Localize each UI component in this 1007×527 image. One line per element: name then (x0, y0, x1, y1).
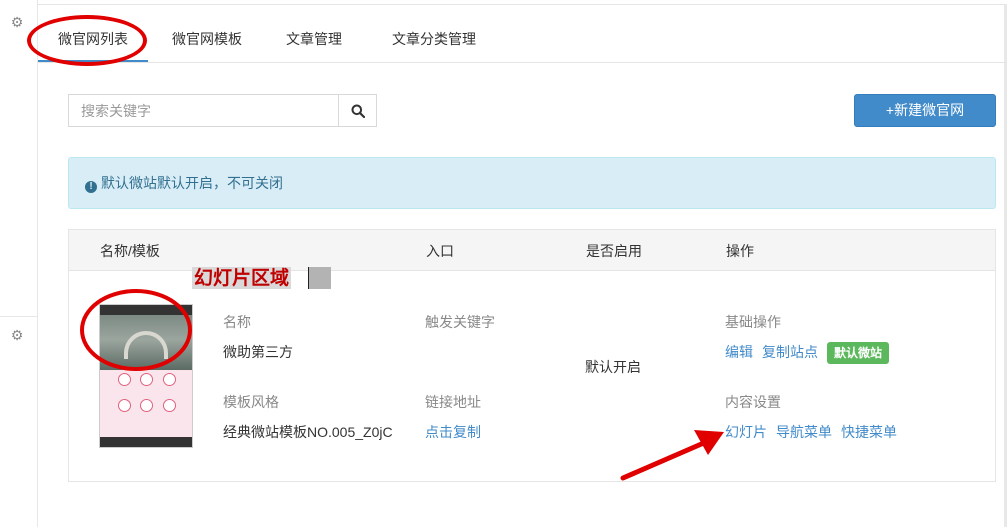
thumbnail-footer (100, 428, 192, 437)
thumbnail-nav-bar (100, 437, 192, 447)
tab-article-management[interactable]: 文章管理 (270, 18, 358, 62)
search-input[interactable] (69, 95, 339, 126)
enabled-status: 默认开启 (585, 359, 641, 375)
circle-icon (140, 399, 153, 412)
circle-icon (118, 399, 131, 412)
quick-menu-link[interactable]: 快捷菜单 (841, 423, 897, 441)
default-site-badge[interactable]: 默认微站 (827, 342, 890, 364)
search-box (68, 94, 377, 127)
copy-site-link[interactable]: 复制站点 (762, 343, 818, 361)
thumbnail-slide-photo (100, 315, 192, 370)
info-alert: ! 默认微站默认开启，不可关闭 (68, 157, 996, 209)
slide-area-annotation: 幻灯片区域 (192, 267, 292, 289)
top-divider (38, 4, 1007, 5)
new-site-button[interactable]: +新建微官网 (854, 94, 996, 127)
content-settings-label: 内容设置 (725, 394, 781, 410)
header-enabled: 是否启用 (586, 243, 642, 259)
gear-icon[interactable]: ⚙ (9, 327, 25, 343)
bridge-image (124, 331, 168, 359)
edit-link[interactable]: 编辑 (725, 343, 753, 361)
basic-ops-label: 基础操作 (725, 314, 781, 330)
header-actions: 操作 (726, 243, 754, 259)
template-style-label: 模板风格 (223, 394, 279, 410)
gear-icon[interactable]: ⚙ (9, 14, 25, 30)
circle-icon (163, 399, 176, 412)
alert-text: 默认微站默认开启，不可关闭 (101, 175, 283, 191)
text-cursor-highlight (308, 267, 331, 289)
search-button[interactable] (338, 95, 376, 126)
circle-icon (118, 373, 131, 386)
search-icon (351, 104, 365, 118)
rail-divider (0, 316, 38, 317)
header-entry: 入口 (426, 243, 454, 259)
name-label: 名称 (223, 314, 251, 330)
template-style-value: 经典微站模板NO.005_Z0jC (223, 424, 393, 440)
tab-article-category-management[interactable]: 文章分类管理 (374, 18, 494, 62)
circle-icon (163, 373, 176, 386)
exclamation-circle-icon: ! (85, 181, 97, 193)
site-name: 微助第三方 (223, 344, 293, 360)
slides-link[interactable]: 幻灯片 (725, 423, 767, 441)
template-thumbnail[interactable] (99, 304, 193, 448)
copy-link[interactable]: 点击复制 (425, 423, 481, 441)
tab-site-templates[interactable]: 微官网模板 (157, 18, 257, 62)
link-address-label: 链接地址 (425, 394, 481, 410)
tab-site-list[interactable]: 微官网列表 (38, 18, 148, 62)
left-rail: ⚙ ⚙ (0, 0, 38, 527)
trigger-keyword-label: 触发关键字 (425, 314, 495, 330)
header-name-template: 名称/模板 (100, 243, 160, 259)
thumbnail-status-bar (100, 305, 192, 315)
thumbnail-icon-grid (100, 370, 192, 428)
tab-bar: 微官网列表 微官网模板 文章管理 文章分类管理 (38, 18, 1007, 63)
nav-menu-link[interactable]: 导航菜单 (776, 423, 832, 441)
circle-icon (140, 373, 153, 386)
table-header: 名称/模板 入口 是否启用 操作 (69, 230, 995, 271)
